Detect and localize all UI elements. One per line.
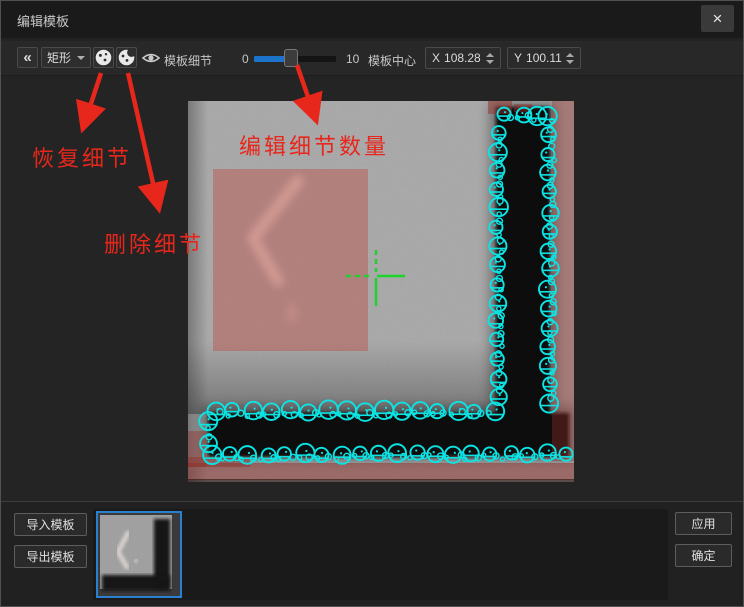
restore-detail-icon <box>94 48 113 67</box>
template-list-panel <box>93 509 668 600</box>
toolbar: « 矩形 模 <box>1 41 743 76</box>
edit-template-dialog: 编辑模板 × « 矩形 <box>0 0 744 607</box>
center-y-spinner[interactable]: Y 100.11 <box>507 47 581 69</box>
chevron-up-icon[interactable] <box>566 53 574 57</box>
chevron-up-icon[interactable] <box>486 53 494 57</box>
template-thumbnail[interactable] <box>96 511 182 598</box>
spinner-arrows[interactable] <box>566 53 574 64</box>
annotation-delete-detail: 删除细节 <box>104 227 204 259</box>
center-label: 模板中心 <box>368 52 416 69</box>
apply-button[interactable]: 应用 <box>675 512 732 535</box>
detail-max-label: 10 <box>346 52 359 66</box>
chevron-down-icon <box>77 56 85 60</box>
detail-min-label: 0 <box>242 52 249 66</box>
template-region-overlay[interactable] <box>213 169 368 351</box>
slider-thumb[interactable] <box>284 49 298 67</box>
titlebar: 编辑模板 × <box>1 1 743 38</box>
chevron-down-icon[interactable] <box>566 60 574 64</box>
detail-slider[interactable] <box>254 55 336 63</box>
ok-button[interactable]: 确定 <box>675 544 732 567</box>
eye-icon <box>142 51 160 65</box>
chevron-down-icon[interactable] <box>486 60 494 64</box>
import-template-button[interactable]: 导入模板 <box>14 513 87 536</box>
close-icon: × <box>713 9 723 28</box>
shape-select[interactable]: 矩形 <box>41 47 91 68</box>
center-y-prefix: Y <box>514 51 522 65</box>
center-x-spinner[interactable]: X 108.28 <box>425 47 501 69</box>
shape-select-value: 矩形 <box>47 49 71 66</box>
center-x-value: 108.28 <box>444 51 481 65</box>
collapse-panel-button[interactable]: « <box>17 47 38 68</box>
delete-detail-icon <box>117 48 136 67</box>
center-y-value: 100.11 <box>526 51 562 65</box>
annotation-edit-detail-count: 编辑细节数量 <box>239 129 389 161</box>
restore-detail-button[interactable] <box>93 47 114 68</box>
export-template-button[interactable]: 导出模板 <box>14 545 87 568</box>
template-thumbnail-image <box>98 513 180 596</box>
dialog-title: 编辑模板 <box>17 11 69 30</box>
delete-detail-button[interactable] <box>116 47 137 68</box>
bottom-bar: 导入模板 导出模板 应用 确定 <box>1 501 743 607</box>
center-x-prefix: X <box>432 51 440 65</box>
detail-label: 模板细节 <box>164 52 212 69</box>
spinner-arrows[interactable] <box>486 53 494 64</box>
annotation-restore-detail: 恢复细节 <box>32 141 132 173</box>
visibility-toggle[interactable] <box>141 50 161 66</box>
double-chevron-left-icon: « <box>23 49 31 66</box>
close-button[interactable]: × <box>701 5 734 32</box>
